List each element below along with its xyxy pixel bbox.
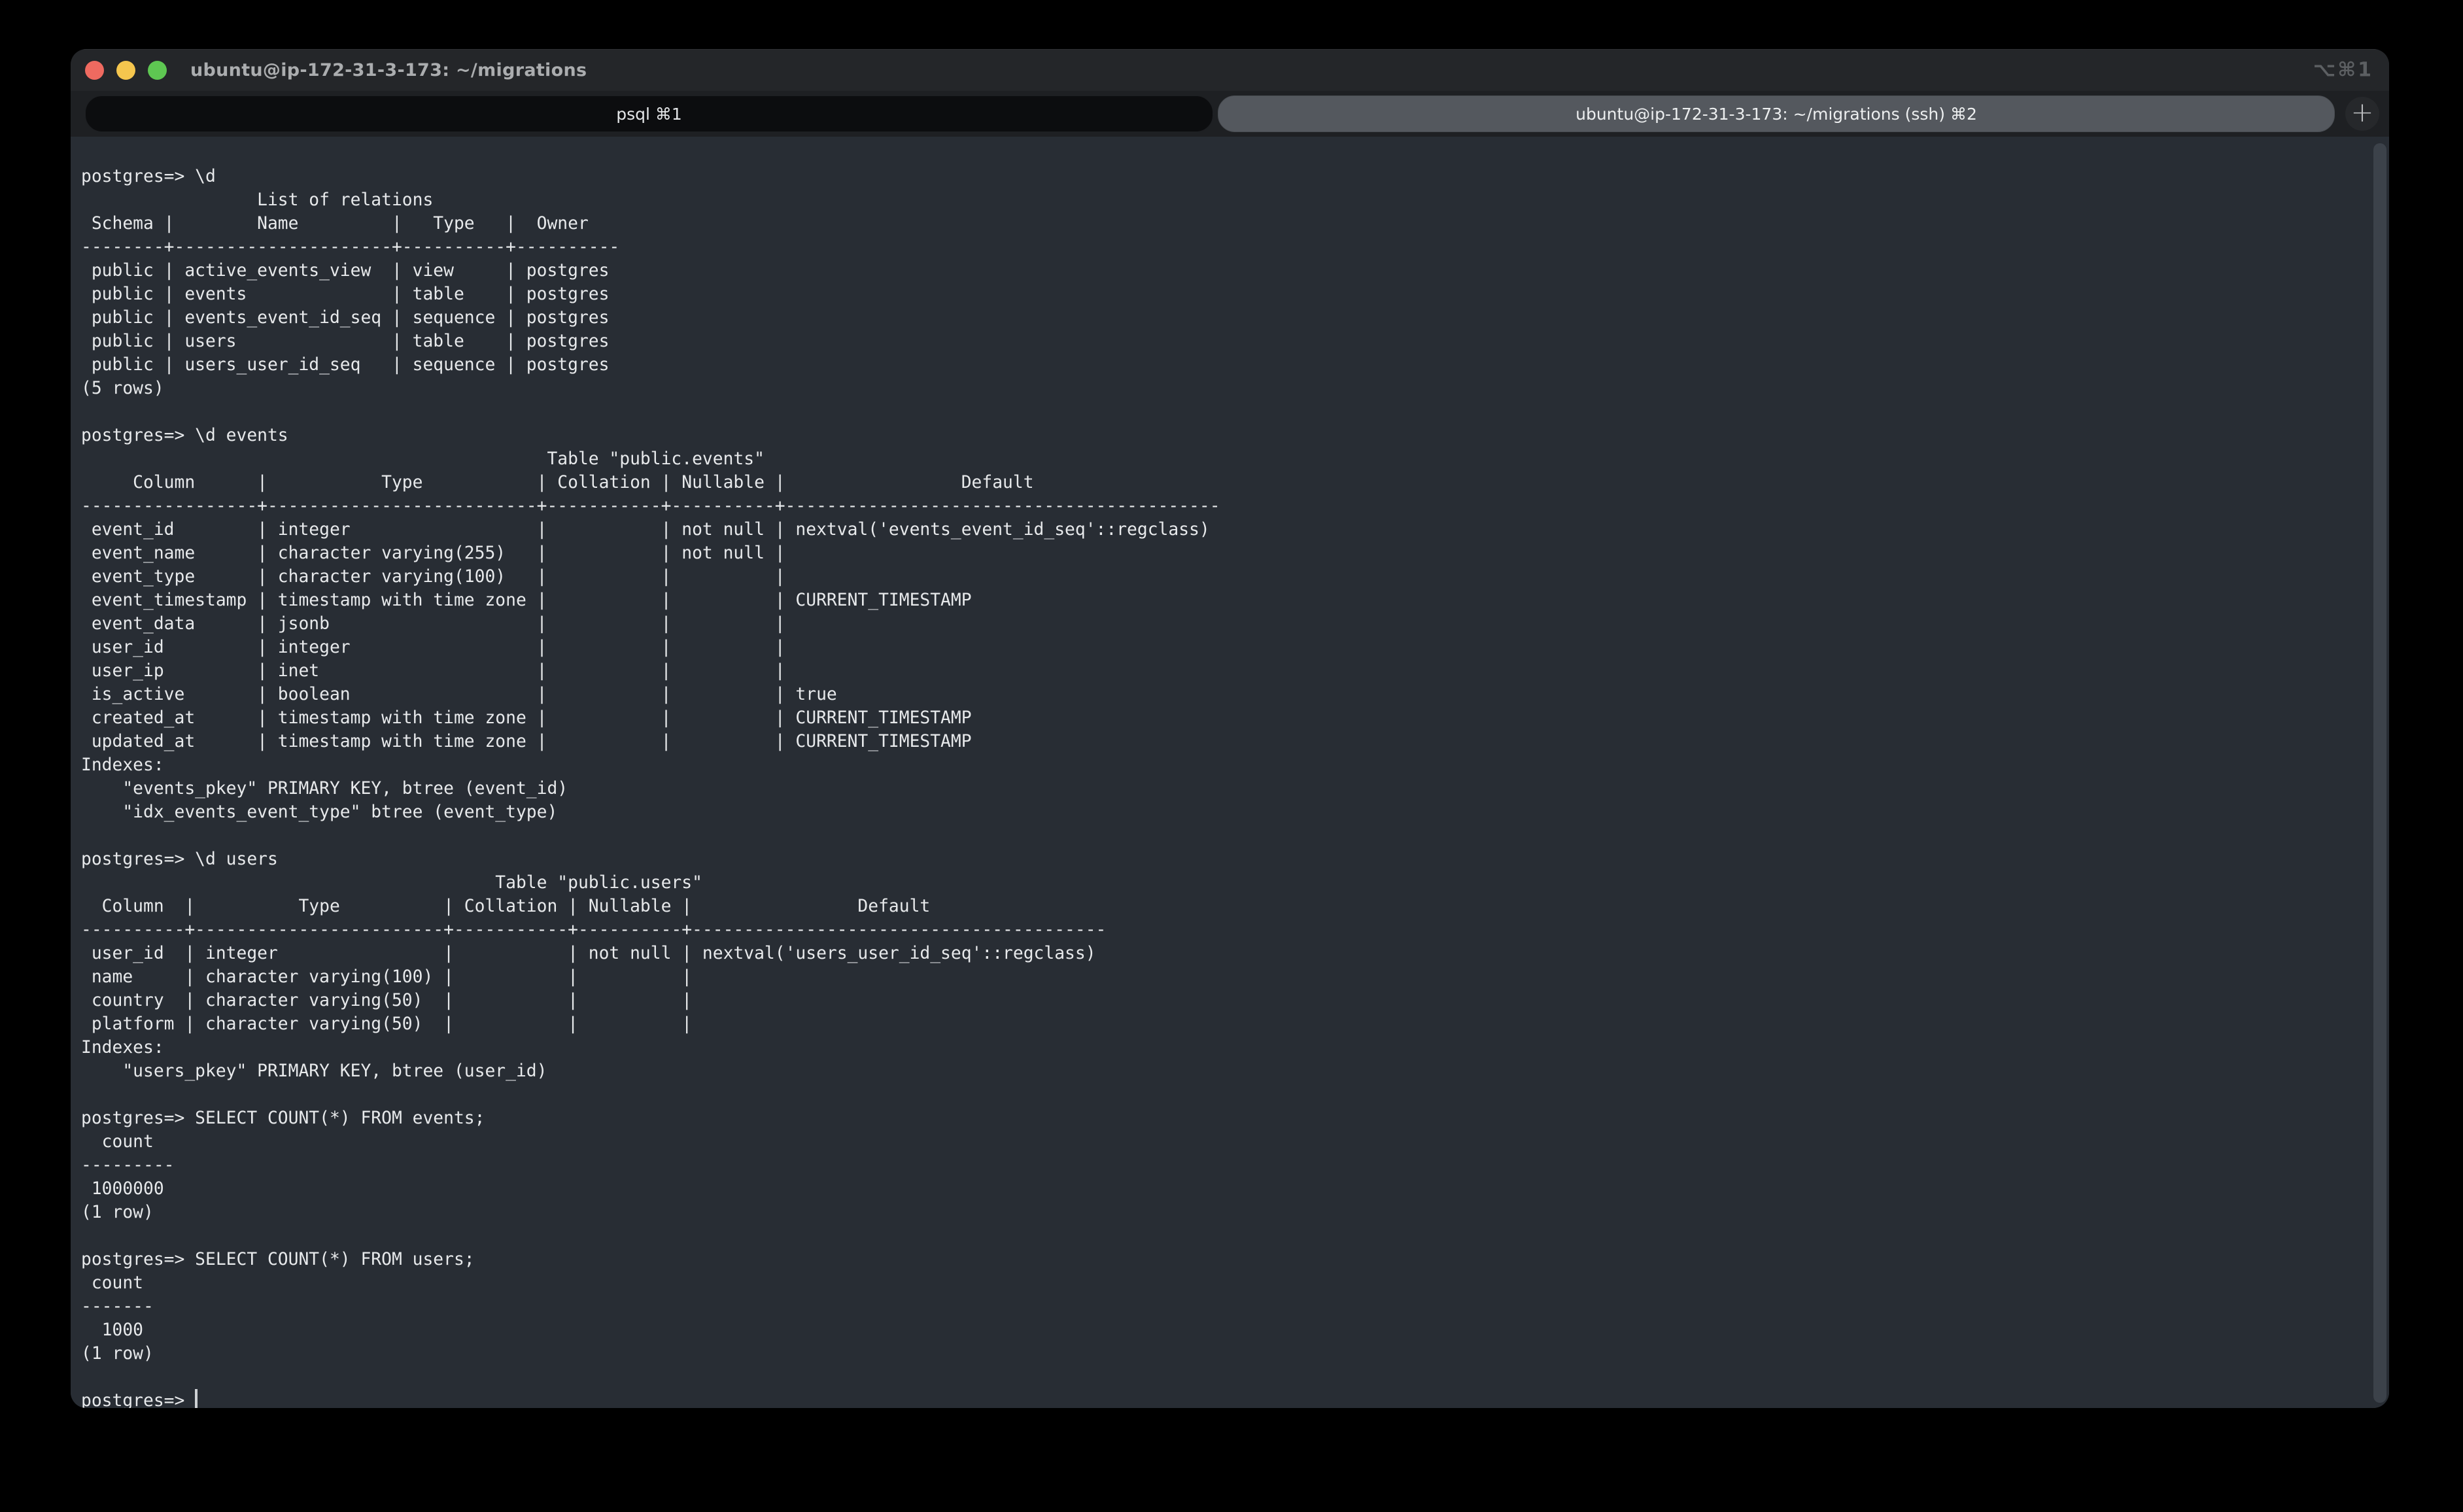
close-button[interactable]: [85, 61, 104, 80]
terminal-window: ubuntu@ip-172-31-3-173: ~/migrations ⌥⌘1…: [71, 49, 2389, 1408]
window-shortcut-hint: ⌥⌘1: [2313, 59, 2373, 82]
window-controls: [85, 61, 167, 80]
tab-ssh[interactable]: ubuntu@ip-172-31-3-173: ~/migrations (ss…: [1218, 95, 2335, 132]
tab-bar: psql ⌘1 ubuntu@ip-172-31-3-173: ~/migrat…: [71, 91, 2389, 137]
terminal-output: postgres=> \d List of relations Schema |…: [71, 137, 2389, 1408]
new-tab-button[interactable]: +: [2345, 97, 2379, 131]
tab-psql[interactable]: psql ⌘1: [85, 95, 1213, 132]
tab-psql-label: psql ⌘1: [616, 105, 682, 124]
minimize-button[interactable]: [116, 61, 135, 80]
terminal-screen[interactable]: postgres=> \d List of relations Schema |…: [71, 137, 2389, 1408]
plus-icon: +: [2351, 99, 2373, 126]
tab-ssh-label: ubuntu@ip-172-31-3-173: ~/migrations (ss…: [1576, 105, 1977, 124]
title-bar: ubuntu@ip-172-31-3-173: ~/migrations ⌥⌘1: [71, 49, 2389, 91]
window-title: ubuntu@ip-172-31-3-173: ~/migrations: [190, 60, 587, 80]
text-cursor: [195, 1389, 198, 1408]
zoom-button[interactable]: [148, 61, 167, 80]
scrollbar-thumb[interactable]: [2373, 143, 2386, 1403]
